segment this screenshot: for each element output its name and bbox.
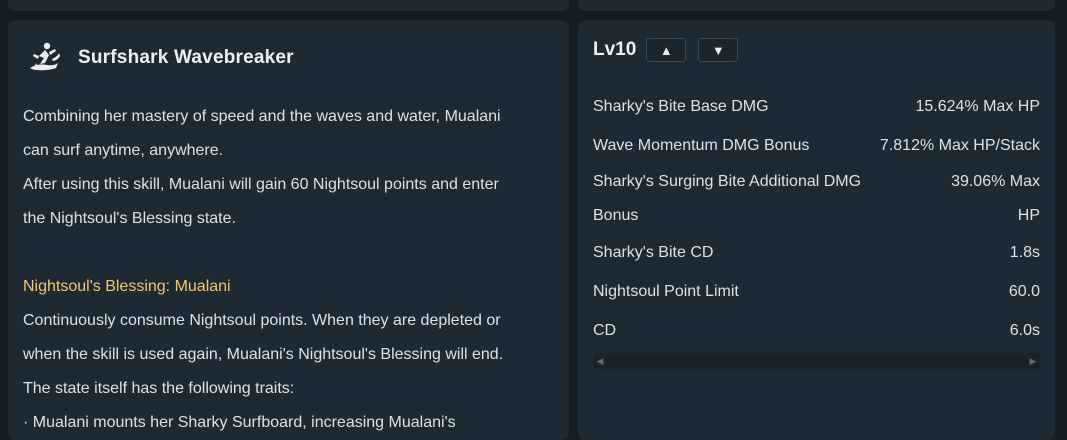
table-row: Sharky's Bite CD 1.8s: [593, 233, 1040, 272]
description-line: · Mualani mounts her Sharky Surfboard, i…: [23, 414, 456, 431]
scroll-right-icon[interactable]: ▶: [1026, 353, 1040, 369]
stat-value: 1.8s: [1009, 243, 1040, 261]
stat-label: CD: [593, 321, 617, 339]
skill-description-card: Surfshark Wavebreaker Combining her mast…: [8, 20, 569, 440]
stat-label: Sharky's Bite Base DMG: [593, 97, 769, 115]
stat-label: Bonus: [593, 207, 639, 224]
table-row: Sharky's Surging Bite Additional DMG 39.…: [593, 165, 1040, 199]
stat-value: 6.0s: [1009, 321, 1040, 339]
description-line: when the skill is used again, Mualani's …: [23, 346, 504, 363]
stat-value: 39.06% Max: [951, 173, 1040, 190]
description-line: After using this skill, Mualani will gai…: [23, 176, 499, 193]
stat-value: 15.624% Max HP: [915, 97, 1040, 115]
arrow-down-icon: ▼: [711, 42, 725, 58]
skill-description: Combining her mastery of speed and the w…: [23, 100, 558, 440]
previous-card-right: [578, 0, 1055, 11]
level-label: Lv10: [593, 39, 637, 60]
surfing-shark-icon: [24, 38, 64, 78]
table-row-continuation: Bonus HP: [593, 199, 1040, 233]
description-line: Combining her mastery of speed and the w…: [23, 108, 501, 125]
stats-table: Sharky's Bite Base DMG 15.624% Max HP Wa…: [593, 87, 1040, 350]
skill-title: Surfshark Wavebreaker: [78, 47, 294, 68]
stat-value: HP: [1017, 207, 1040, 224]
stat-value: 7.812% Max HP/Stack: [879, 136, 1040, 154]
scroll-left-icon[interactable]: ◀: [593, 353, 607, 369]
level-selector: Lv10 ▲ ▼: [593, 38, 750, 62]
horizontal-scrollbar[interactable]: ◀ ▶: [593, 353, 1040, 369]
level-up-button[interactable]: ▲: [646, 38, 687, 62]
description-line: the Nightsoul's Blessing state.: [23, 210, 236, 227]
level-down-button[interactable]: ▼: [698, 38, 739, 62]
skill-stats-card: Lv10 ▲ ▼ Sharky's Bite Base DMG 15.624% …: [578, 20, 1055, 440]
description-line: can surf anytime, anywhere.: [23, 142, 224, 159]
stat-label: Sharky's Surging Bite Additional DMG: [593, 173, 862, 190]
previous-card-left: [8, 0, 569, 11]
arrow-up-icon: ▲: [659, 42, 673, 58]
table-row: Sharky's Bite Base DMG 15.624% Max HP: [593, 87, 1040, 126]
stat-label: Wave Momentum DMG Bonus: [593, 136, 810, 154]
table-row: Wave Momentum DMG Bonus 7.812% Max HP/St…: [593, 126, 1040, 165]
stat-label: Nightsoul Point Limit: [593, 282, 739, 300]
description-line: Continuously consume Nightsoul points. W…: [23, 312, 501, 329]
description-line: The state itself has the following trait…: [23, 380, 295, 397]
stat-value: 60.0: [1008, 282, 1040, 300]
stat-label: Sharky's Bite CD: [593, 243, 714, 261]
nightsoul-heading: Nightsoul's Blessing: Mualani: [23, 278, 231, 295]
table-row: Nightsoul Point Limit 60.0: [593, 272, 1040, 311]
skill-header: Surfshark Wavebreaker: [24, 38, 294, 78]
table-row: CD 6.0s: [593, 311, 1040, 350]
